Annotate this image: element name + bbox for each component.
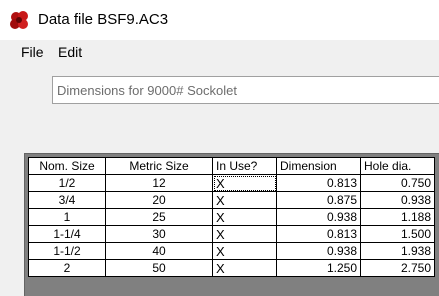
data-grid[interactable]: Nom. Size Metric Size In Use? Dimension … [24, 153, 439, 296]
cell-dimension[interactable]: 0.938 [276, 208, 361, 226]
window-title: Data file BSF9.AC3 [38, 11, 169, 28]
cell-dimension[interactable]: 0.938 [276, 242, 361, 260]
table-row: 1-1/2 40 X 0.938 1.938 [28, 242, 435, 260]
cell-dimension[interactable]: 0.813 [276, 174, 361, 192]
description-field[interactable] [52, 76, 439, 104]
cell-dimension[interactable]: 1.250 [276, 259, 361, 277]
cell-in-use[interactable]: X [212, 259, 277, 277]
cell-nom-size[interactable]: 3/4 [28, 191, 106, 209]
cell-hole-dia[interactable]: 2.750 [360, 259, 435, 277]
table-row: 3/4 20 X 0.875 0.938 [28, 191, 435, 209]
menu-edit[interactable]: Edit [58, 44, 82, 60]
cell-metric-size[interactable]: 20 [105, 191, 213, 209]
cell-hole-dia[interactable]: 1.188 [360, 208, 435, 226]
cell-dimension[interactable]: 0.813 [276, 225, 361, 243]
cell-in-use[interactable]: X [212, 242, 277, 260]
table-row: 1/2 12 X 0.813 0.750 [28, 174, 435, 192]
cell-in-use[interactable]: X [212, 208, 277, 226]
cell-nom-size[interactable]: 2 [28, 259, 106, 277]
header-dimension[interactable]: Dimension [276, 157, 361, 175]
cell-nom-size[interactable]: 1/2 [28, 174, 106, 192]
app-icon[interactable] [8, 10, 32, 32]
cell-nom-size[interactable]: 1-1/2 [28, 242, 106, 260]
header-nom-size[interactable]: Nom. Size [28, 157, 106, 175]
cell-nom-size[interactable]: 1-1/4 [28, 225, 106, 243]
cell-nom-size[interactable]: 1 [28, 208, 106, 226]
header-metric-size[interactable]: Metric Size [105, 157, 213, 175]
table-row: 1 25 X 0.938 1.188 [28, 208, 435, 226]
table-row: 1-1/4 30 X 0.813 1.500 [28, 225, 435, 243]
cell-in-use[interactable]: X [212, 191, 277, 209]
cell-hole-dia[interactable]: 1.500 [360, 225, 435, 243]
table-row: 2 50 X 1.250 2.750 [28, 259, 435, 277]
cell-hole-dia[interactable]: 0.750 [360, 174, 435, 192]
cell-metric-size[interactable]: 12 [105, 174, 213, 192]
menu-bar: File Edit [8, 40, 439, 64]
header-row: Nom. Size Metric Size In Use? Dimension … [28, 157, 435, 175]
header-hole-dia[interactable]: Hole dia. [360, 157, 435, 175]
title-bar[interactable]: Data file BSF9.AC3 [0, 0, 439, 40]
header-in-use[interactable]: In Use? [212, 157, 277, 175]
menu-file[interactable]: File [21, 44, 44, 60]
cell-hole-dia[interactable]: 0.938 [360, 191, 435, 209]
window-frame-edge [0, 40, 8, 296]
cell-metric-size[interactable]: 25 [105, 208, 213, 226]
dimensions-table[interactable]: Nom. Size Metric Size In Use? Dimension … [28, 157, 435, 277]
cell-metric-size[interactable]: 40 [105, 242, 213, 260]
cell-dimension[interactable]: 0.875 [276, 191, 361, 209]
cell-hole-dia[interactable]: 1.938 [360, 242, 435, 260]
cell-in-use[interactable]: X [212, 225, 277, 243]
cell-in-use[interactable]: X [212, 174, 277, 192]
cell-metric-size[interactable]: 50 [105, 259, 213, 277]
cell-metric-size[interactable]: 30 [105, 225, 213, 243]
